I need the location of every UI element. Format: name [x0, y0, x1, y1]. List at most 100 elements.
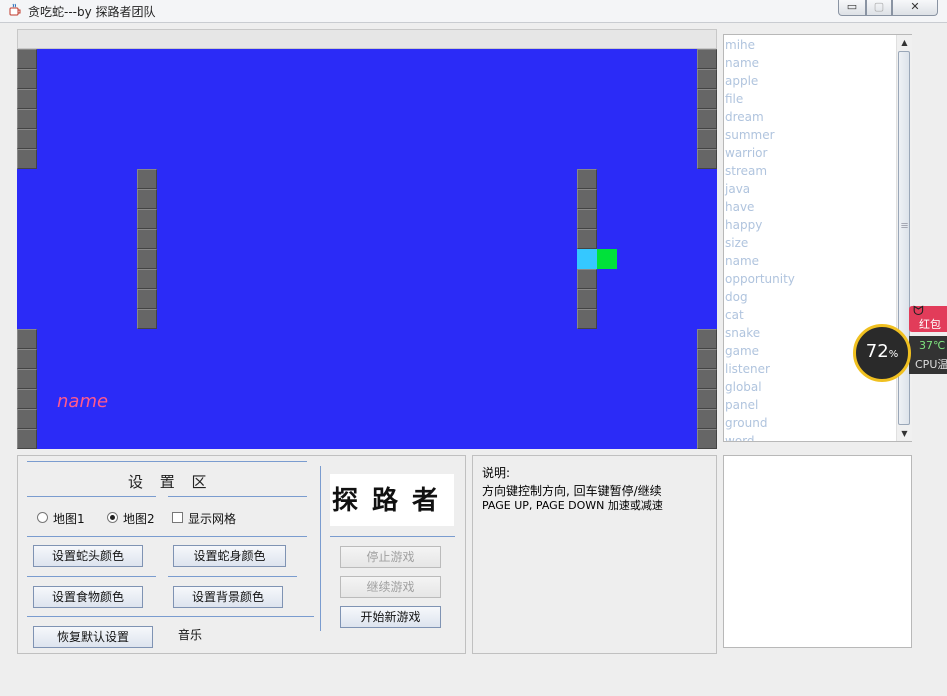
- word-list-item[interactable]: panel: [725, 396, 895, 414]
- grip-icon: — — —: [901, 219, 908, 231]
- description-title: 说明:: [482, 466, 511, 480]
- divider: [168, 576, 297, 577]
- map1-radio[interactable]: [37, 512, 48, 523]
- wall-block: [17, 149, 37, 169]
- word-list-item[interactable]: have: [725, 198, 895, 216]
- wall-block: [17, 109, 37, 129]
- word-list-item[interactable]: java: [725, 180, 895, 198]
- word-list-item[interactable]: size: [725, 234, 895, 252]
- scroll-up-arrow-icon[interactable]: ▲: [897, 35, 912, 50]
- wall-block: [697, 69, 717, 89]
- description-panel: 说明: 方向键控制方向, 回车键暂停/继续 PAGE UP, PAGE DOWN…: [472, 455, 717, 654]
- show-grid-label: 显示网格: [188, 512, 237, 526]
- word-list-item[interactable]: summer: [725, 126, 895, 144]
- wall-block: [137, 209, 157, 229]
- settings-title: 设 置 区: [128, 473, 213, 491]
- wall-block: [17, 389, 37, 409]
- background-color-button[interactable]: 设置背景颜色: [173, 586, 283, 608]
- window-title: 贪吃蛇---by 探路者团队: [28, 5, 156, 19]
- snake-head: [577, 249, 597, 269]
- wall-block: [697, 329, 717, 349]
- wall-block: [17, 369, 37, 389]
- minimize-button[interactable]: ▭: [838, 0, 866, 16]
- maximize-icon: ▢: [873, 0, 885, 13]
- empty-display-panel: [723, 455, 912, 648]
- wall-block: [17, 329, 37, 349]
- word-list-item[interactable]: stream: [725, 162, 895, 180]
- divider: [27, 461, 307, 462]
- redbag-label: 红包: [919, 318, 941, 331]
- word-list-items: mihe name apple file dream summer warrior strea…: [725, 36, 895, 441]
- continue-game-button[interactable]: 继续游戏: [340, 576, 441, 598]
- cpu-info-panel: 37℃ CPU温: [909, 336, 947, 374]
- word-list-item[interactable]: happy: [725, 216, 895, 234]
- word-list-item[interactable]: ground: [725, 414, 895, 432]
- player-name: name: [57, 391, 109, 412]
- wall-block: [697, 129, 717, 149]
- word-list-item[interactable]: dog: [725, 288, 895, 306]
- word-list-item[interactable]: mihe: [725, 36, 895, 54]
- word-list-item[interactable]: opportunity: [725, 270, 895, 288]
- close-icon: ✕: [910, 0, 920, 13]
- map2-label: 地图2: [123, 512, 155, 526]
- wall-block: [697, 49, 717, 69]
- redbag-widget[interactable]: ᗢ 红包: [909, 304, 947, 332]
- food-color-button[interactable]: 设置食物颜色: [33, 586, 143, 608]
- divider: [330, 536, 455, 537]
- wall-block: [577, 189, 597, 209]
- music-label: 音乐: [178, 628, 203, 642]
- divider: [27, 576, 156, 577]
- java-cup-icon: [9, 3, 21, 16]
- close-button[interactable]: ✕: [892, 0, 938, 16]
- wall-block: [17, 349, 37, 369]
- word-list-item[interactable]: name: [725, 252, 895, 270]
- new-game-button[interactable]: 开始新游戏: [340, 606, 441, 628]
- show-grid-checkbox[interactable]: [172, 512, 183, 523]
- description-line-2: PAGE UP, PAGE DOWN 加速或减速: [482, 499, 663, 512]
- wall-block: [17, 89, 37, 109]
- word-list-item[interactable]: global: [725, 378, 895, 396]
- title-bar: 贪吃蛇---by 探路者团队 ▭ ▢ ✕: [0, 0, 947, 23]
- word-list-item[interactable]: apple: [725, 72, 895, 90]
- logo-text: 探路者: [331, 486, 452, 516]
- map2-radio[interactable]: [107, 512, 118, 523]
- word-list-item[interactable]: cat: [725, 306, 895, 324]
- snake-head-color-button[interactable]: 设置蛇头颜色: [33, 545, 143, 567]
- logo: 探路者: [330, 474, 454, 526]
- word-list-item[interactable]: name: [725, 54, 895, 72]
- snake-body-color-button[interactable]: 设置蛇身颜色: [173, 545, 286, 567]
- wall-block: [577, 229, 597, 249]
- word-list-item[interactable]: dream: [725, 108, 895, 126]
- game-top-bar: [17, 29, 717, 49]
- word-list-item[interactable]: word: [725, 432, 895, 441]
- cpu-percent-value: 72: [865, 341, 889, 362]
- wall-block: [697, 429, 717, 449]
- wall-block: [137, 169, 157, 189]
- maximize-button[interactable]: ▢: [866, 0, 892, 16]
- stop-game-button[interactable]: 停止游戏: [340, 546, 441, 568]
- wall-block: [697, 349, 717, 369]
- wall-block: [137, 269, 157, 289]
- cpu-temperature: 37℃: [919, 339, 946, 352]
- restore-default-button[interactable]: 恢复默认设置: [33, 626, 153, 648]
- wall-block: [17, 49, 37, 69]
- word-list-scrollbar[interactable]: ▲ — — — ▼: [896, 35, 912, 441]
- word-list-item[interactable]: file: [725, 90, 895, 108]
- wall-block: [17, 129, 37, 149]
- wall-block: [697, 149, 717, 169]
- wall-block: [697, 89, 717, 109]
- wall-block: [577, 209, 597, 229]
- wall-block: [697, 109, 717, 129]
- cpu-label: CPU温: [915, 358, 947, 371]
- cpu-gauge[interactable]: 72%: [853, 324, 911, 382]
- divider: [168, 496, 307, 497]
- wall-block: [697, 389, 717, 409]
- divider: [27, 536, 307, 537]
- wall-block: [577, 269, 597, 289]
- game-board[interactable]: name: [17, 49, 717, 449]
- word-list-item[interactable]: warrior: [725, 144, 895, 162]
- scroll-down-arrow-icon[interactable]: ▼: [897, 426, 912, 441]
- minimize-icon: ▭: [846, 0, 858, 13]
- wall-block: [137, 289, 157, 309]
- wall-block: [17, 69, 37, 89]
